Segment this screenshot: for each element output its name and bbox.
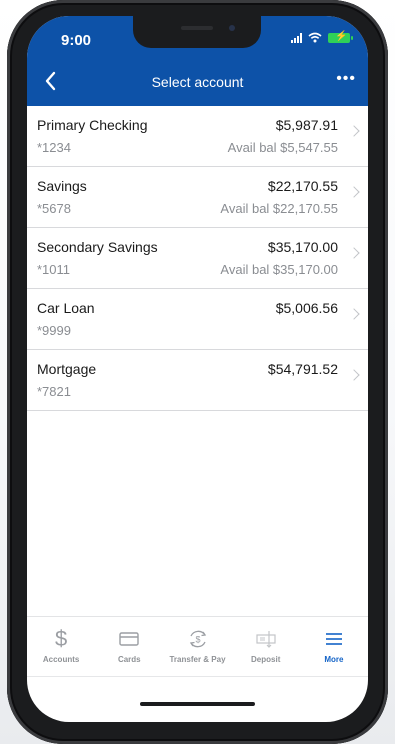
speaker [181,26,213,30]
battery-icon: ⚡ [328,31,353,43]
available-balance: Avail bal $22,170.55 [220,201,338,216]
account-balance: $54,791.52 [267,361,338,377]
tab-deposit[interactable]: Deposit [232,617,300,677]
available-balance: Avail bal $35,170.00 [220,262,338,277]
card-icon [119,632,139,646]
menu-icon [325,633,342,645]
account-name: Primary Checking [37,117,148,133]
bottom-tab-bar: $ Accounts Cards $ Transfer & Pay Deposi… [27,616,368,677]
chevron-right-icon [348,186,360,198]
chevron-right-icon [348,369,360,381]
phone-frame: 9:00 ⚡ Select account ••• Primary Checki… [7,0,388,744]
wifi-icon [308,32,322,43]
more-options-icon[interactable]: ••• [336,70,356,88]
account-row[interactable]: Mortgage *7821 $54,791.52 [27,350,368,411]
tab-label: Transfer & Pay [169,655,226,664]
page-title: Select account [151,74,244,90]
account-name: Mortgage [37,361,97,377]
notch [133,16,261,48]
account-row[interactable]: Secondary Savings *1011 $35,170.00 Avail… [27,228,368,289]
tab-label: Cards [117,655,141,664]
status-icons: ⚡ [291,31,353,43]
account-balance: $5,987.91 [275,117,338,133]
tab-transfer-pay[interactable]: $ Transfer & Pay [163,617,231,677]
check-deposit-icon [256,631,276,648]
nav-bar: Select account ••• [27,70,368,96]
account-balance: $22,170.55 [267,178,338,194]
account-name: Car Loan [37,300,95,316]
account-name: Secondary Savings [37,239,158,255]
chevron-right-icon [348,125,360,137]
chevron-right-icon [348,308,360,320]
tab-label: More [324,655,344,664]
tab-accounts[interactable]: $ Accounts [27,617,95,677]
account-number: *1234 [37,140,71,155]
app-header: 9:00 ⚡ Select account ••• [27,16,368,106]
tab-label: Accounts [42,655,80,664]
tab-more[interactable]: More [300,617,368,677]
account-name: Savings [37,178,87,194]
transfer-icon: $ [189,630,206,648]
account-balance: $5,006.56 [275,300,338,316]
account-number: *7821 [37,384,71,399]
account-row[interactable]: Primary Checking *1234 $5,987.91 Avail b… [27,106,368,167]
status-time: 9:00 [61,32,92,49]
account-number: *9999 [37,323,71,338]
available-balance: Avail bal $5,547.55 [227,140,338,155]
home-indicator[interactable] [140,702,255,706]
signal-icon [291,32,302,43]
account-balance: $35,170.00 [267,239,338,255]
account-row[interactable]: Car Loan *9999 $5,006.56 [27,289,368,350]
tab-cards[interactable]: Cards [95,617,163,677]
account-list: Primary Checking *1234 $5,987.91 Avail b… [27,106,368,411]
svg-text:$: $ [195,635,200,645]
dollar-icon: $ [54,626,68,651]
account-number: *1011 [37,262,71,277]
chevron-right-icon [348,247,360,259]
tab-label: Deposit [251,655,281,664]
camera [229,25,235,31]
account-number: *5678 [37,201,71,216]
app-screen: 9:00 ⚡ Select account ••• Primary Checki… [27,16,368,722]
account-row[interactable]: Savings *5678 $22,170.55 Avail bal $22,1… [27,167,368,228]
divider [27,676,368,677]
